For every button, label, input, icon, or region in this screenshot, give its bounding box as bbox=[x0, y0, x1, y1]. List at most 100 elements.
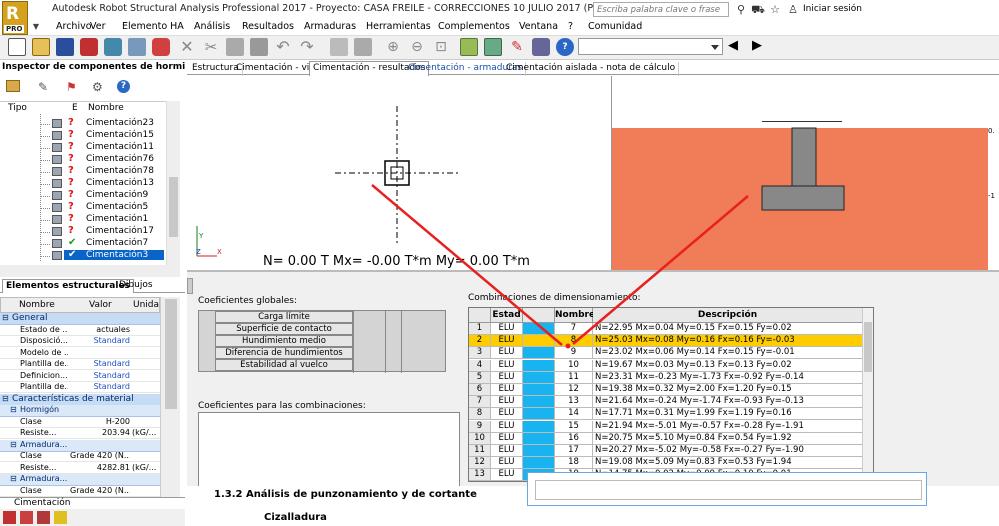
tree-item[interactable]: ? Cimentación11 bbox=[0, 141, 166, 154]
row-number[interactable]: 13 bbox=[469, 469, 491, 481]
zoom-in-icon[interactable]: ⊕ bbox=[384, 38, 402, 56]
view-select[interactable] bbox=[578, 38, 723, 55]
tree-item[interactable]: ? Cimentación5 bbox=[0, 201, 166, 214]
plan-view[interactable]: Y Z X bbox=[187, 76, 612, 270]
col-estado[interactable]: Estad bbox=[491, 308, 523, 323]
properties-scrollbar[interactable] bbox=[160, 297, 180, 497]
property-section[interactable]: ⊟ Hormigón bbox=[0, 405, 160, 417]
login-link[interactable]: Iniciar sesión bbox=[803, 4, 862, 14]
camera-icon[interactable] bbox=[152, 38, 170, 56]
tree-scrollbar[interactable] bbox=[166, 101, 180, 265]
tree-item[interactable]: ✔ Cimentación3 bbox=[0, 249, 166, 262]
copy-icon[interactable] bbox=[226, 38, 244, 56]
property-section[interactable]: ⊟ Armadura... bbox=[0, 474, 160, 486]
filter-icon[interactable]: ⚑ bbox=[66, 80, 77, 94]
property-section[interactable]: ⊟ General bbox=[0, 313, 160, 325]
table-icon[interactable] bbox=[354, 38, 372, 56]
property-value[interactable]: H-200 bbox=[70, 417, 130, 426]
edit-icon[interactable]: ✎ bbox=[38, 80, 48, 94]
property-value[interactable]: Standard bbox=[70, 359, 130, 368]
dropdown-arrow-icon[interactable]: ▼ bbox=[29, 20, 43, 34]
tree-item[interactable]: ? Cimentación1 bbox=[0, 213, 166, 226]
tree-item[interactable]: ? Cimentación76 bbox=[0, 153, 166, 166]
redo-icon[interactable]: ↷ bbox=[298, 38, 316, 56]
property-section[interactable]: ⊟ Armadura... bbox=[0, 439, 160, 452]
row-number[interactable]: 11 bbox=[469, 445, 491, 457]
property-row[interactable]: Estado de ... actuales bbox=[0, 325, 160, 336]
table-row[interactable]: 5 ELU 11 N=23.31 Mx=-0.23 My=-1.73 Fx=-0.92… bbox=[469, 371, 873, 384]
tree-item[interactable]: ? Cimentación13 bbox=[0, 177, 166, 190]
menu-help[interactable]: ? bbox=[568, 21, 573, 32]
table-row[interactable]: 2 ELU 8 N=25.03 Mx=0.08 My=0.16 Fx=0.16 Fy=… bbox=[469, 335, 873, 348]
collapse-icon[interactable]: ⊟ bbox=[2, 394, 9, 403]
row-number[interactable]: 10 bbox=[469, 432, 491, 445]
collapse-icon[interactable]: ⊟ bbox=[10, 405, 17, 414]
row-number[interactable]: 12 bbox=[469, 457, 491, 470]
menu-ver[interactable]: Ver bbox=[90, 21, 106, 32]
paste-icon[interactable] bbox=[250, 38, 268, 56]
property-section[interactable]: ⊟ Características de material bbox=[0, 393, 160, 406]
panel-handle[interactable] bbox=[187, 278, 193, 294]
row-number[interactable]: 8 bbox=[469, 408, 491, 421]
properties-icon[interactable] bbox=[330, 38, 348, 56]
next-arrow-icon[interactable]: ▶ bbox=[752, 38, 762, 54]
table-row[interactable]: 1 ELU 7 N=22.95 Mx=0.04 My=0.15 Fx=0.15 Fy=… bbox=[469, 323, 873, 335]
tree-item[interactable]: ? Cimentación9 bbox=[0, 189, 166, 202]
tab-nota-calculo[interactable]: Cimentación aislada - nota de cálculo bbox=[503, 62, 680, 76]
settings-icon[interactable]: ⚙ bbox=[92, 80, 103, 94]
folder-icon[interactable] bbox=[6, 80, 20, 92]
cut-icon[interactable]: ✂ bbox=[202, 38, 220, 56]
component-tree[interactable]: ? Cimentación23? Cimentación15? Cimentación… bbox=[0, 114, 180, 265]
property-row[interactable]: Definicion... Standard bbox=[0, 371, 160, 382]
collapse-icon[interactable]: ⊟ bbox=[2, 313, 9, 322]
table-row[interactable]: 3 ELU 9 N=23.02 Mx=0.06 My=0.14 Fx=0.15 Fy=… bbox=[469, 347, 873, 360]
grid-icon[interactable] bbox=[484, 38, 502, 56]
row-number[interactable]: 1 bbox=[469, 323, 491, 335]
delete-icon[interactable]: ✕ bbox=[178, 38, 196, 56]
open-icon[interactable] bbox=[32, 38, 50, 56]
property-value[interactable]: actuales bbox=[70, 325, 130, 334]
tree-item[interactable]: ? Cimentación15 bbox=[0, 129, 166, 142]
zoom-window-icon[interactable]: ⊡ bbox=[432, 38, 450, 56]
tree-item[interactable]: ? Cimentación17 bbox=[0, 225, 166, 238]
property-row[interactable]: Clase Grade 420 (N... bbox=[0, 486, 160, 497]
menu-herramientas[interactable]: Herramientas bbox=[366, 21, 431, 32]
footing-icon[interactable] bbox=[20, 511, 33, 524]
collapse-icon[interactable]: ⊟ bbox=[10, 474, 17, 483]
property-row[interactable]: Resiste... 4282.81 (kG/... bbox=[0, 463, 160, 474]
tab-dibujos[interactable]: Dibujos bbox=[116, 279, 156, 293]
table-row[interactable]: 6 ELU 12 N=19.38 Mx=0.32 My=2.00 Fx=1.20 Fy… bbox=[469, 384, 873, 396]
undo-icon[interactable]: ↶ bbox=[274, 38, 292, 56]
star-icon[interactable]: ☆ bbox=[767, 2, 783, 17]
property-value[interactable]: 203.94 bbox=[70, 428, 130, 437]
design-combinations-grid[interactable]: Estad Nombre Descripción 1 ELU 7 N=22.95 Mx… bbox=[468, 307, 874, 482]
search-input[interactable]: Escriba palabra clave o frase bbox=[593, 2, 729, 17]
property-value[interactable]: 4282.81 bbox=[70, 463, 130, 472]
property-row[interactable]: Resiste... 203.94 (kG/... bbox=[0, 428, 160, 439]
property-value[interactable]: Standard bbox=[70, 382, 130, 391]
menu-resultados[interactable]: Resultados bbox=[242, 21, 294, 32]
row-number[interactable]: 3 bbox=[469, 347, 491, 360]
row-number[interactable]: 4 bbox=[469, 359, 491, 372]
property-row[interactable]: Modelo de ... bbox=[0, 348, 160, 359]
help-icon[interactable]: ? bbox=[556, 38, 574, 56]
property-value[interactable]: Standard bbox=[70, 371, 130, 380]
tab-elementos-estructurales[interactable]: Elementos estructurales bbox=[2, 279, 134, 293]
properties-grid[interactable]: ⊟ General Estado de ... actuales Disposició.… bbox=[0, 313, 160, 497]
footing-icon[interactable] bbox=[37, 511, 50, 524]
tab-cimentacion[interactable]: Cimentación bbox=[0, 497, 185, 509]
property-row[interactable]: Plantilla de... Standard bbox=[0, 382, 160, 393]
previous-arrow-icon[interactable]: ◀ bbox=[728, 38, 738, 54]
row-number[interactable]: 2 bbox=[469, 335, 491, 348]
table-row[interactable]: 10 ELU 16 N=20.75 Mx=5.10 My=0.84 Fx=0.54 F… bbox=[469, 432, 873, 445]
table-row[interactable]: 8 ELU 14 N=17.71 Mx=0.31 My=1.99 Fx=1.19 Fy… bbox=[469, 408, 873, 421]
property-value[interactable]: Grade 420 (N... bbox=[70, 451, 130, 460]
menu-elemento-ha[interactable]: Elemento HA bbox=[122, 21, 184, 32]
user-icon[interactable]: ♙ bbox=[785, 2, 801, 17]
help-icon[interactable]: ? bbox=[117, 80, 130, 93]
note-field[interactable] bbox=[535, 480, 922, 500]
screen-capture-icon[interactable] bbox=[128, 38, 146, 56]
section-view[interactable]: 0. -1 bbox=[612, 76, 999, 270]
table-row[interactable]: 4 ELU 10 N=19.67 Mx=0.03 My=0.13 Fx=0.13 Fy… bbox=[469, 359, 873, 372]
row-number[interactable]: 9 bbox=[469, 420, 491, 433]
